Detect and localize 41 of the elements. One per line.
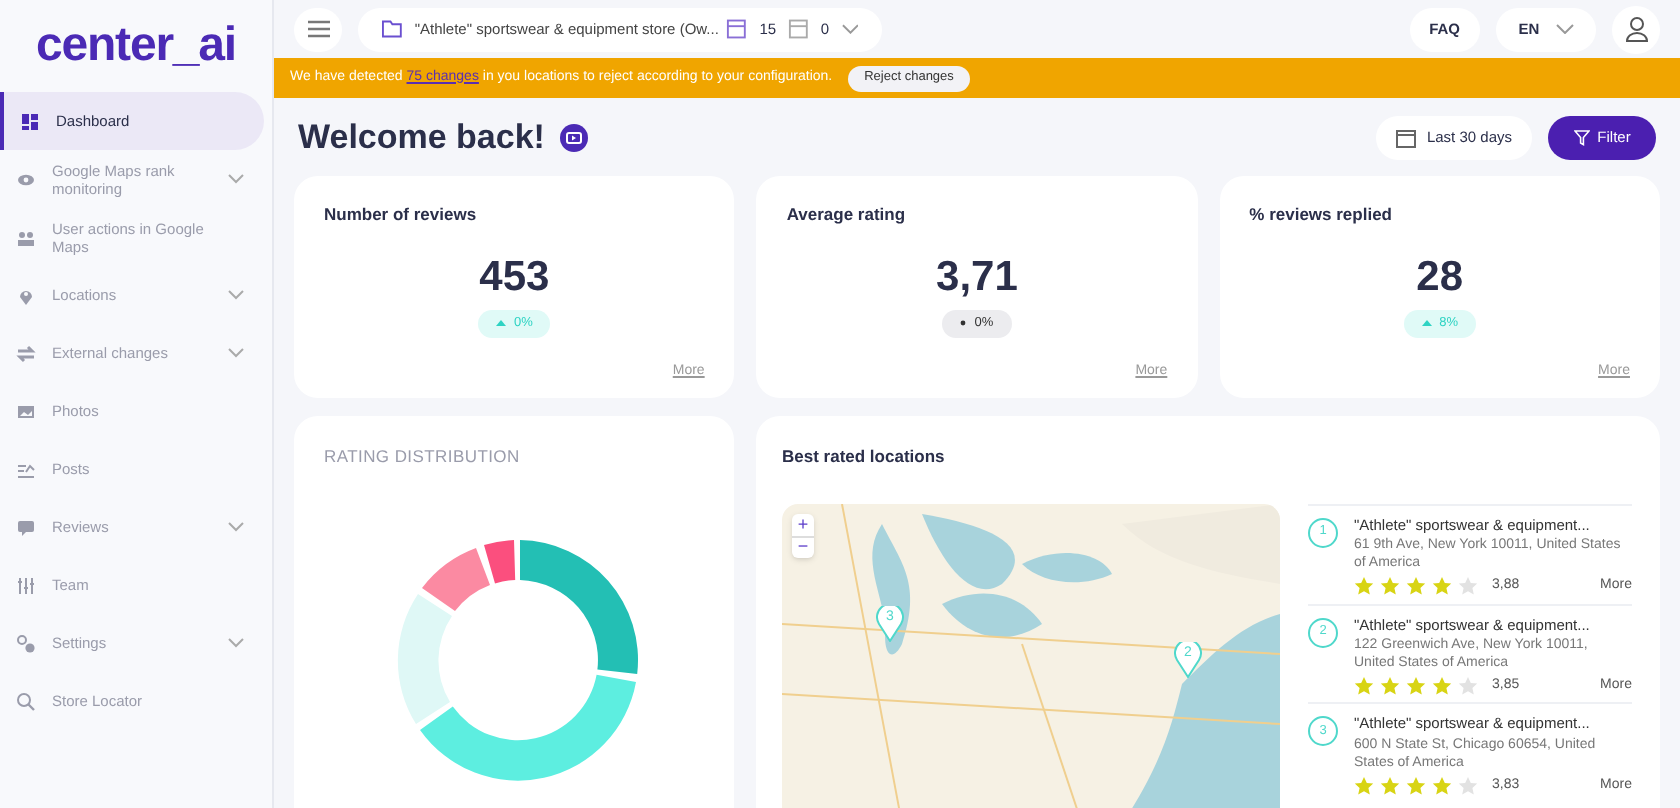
store-icon xyxy=(788,18,809,40)
store-icon xyxy=(726,18,748,40)
user-icon xyxy=(1625,16,1647,42)
swap-icon xyxy=(16,343,36,363)
chat-icon xyxy=(16,517,36,537)
page-title: Welcome back! xyxy=(298,115,545,160)
sliders-icon xyxy=(16,575,36,595)
gear-icon xyxy=(16,633,36,653)
image-icon xyxy=(16,401,36,421)
search-icon xyxy=(16,691,36,711)
card-title: Average rating xyxy=(786,202,906,228)
eye-icon xyxy=(16,169,36,189)
folder-icon xyxy=(382,20,403,38)
chevron-icon xyxy=(228,522,244,532)
menu-button[interactable] xyxy=(294,7,342,51)
dashboard-icon xyxy=(20,111,40,131)
chart-icon xyxy=(16,459,36,479)
stat-value: 453 xyxy=(479,255,550,298)
play-icon xyxy=(566,131,583,143)
chevron-icon xyxy=(841,24,858,34)
chevron-icon xyxy=(228,348,244,358)
stat-value: 28 xyxy=(1416,255,1463,298)
chevron-icon xyxy=(1555,24,1574,34)
filter-icon xyxy=(1573,129,1590,145)
zoom-in-button[interactable]: + xyxy=(792,513,814,536)
chevron-icon xyxy=(228,290,244,300)
card-title: RATING DISTRIBUTION xyxy=(324,444,522,470)
video-button[interactable] xyxy=(560,123,589,151)
menu-icon xyxy=(307,20,329,38)
chevron-icon xyxy=(228,638,244,648)
chevron-icon xyxy=(228,174,244,184)
pin-icon xyxy=(16,285,36,305)
zoom-out-button[interactable]: − xyxy=(792,535,814,558)
user-button[interactable] xyxy=(1612,5,1660,53)
card-title: Number of reviews xyxy=(324,202,477,228)
stat-value: 3,71 xyxy=(936,255,1018,298)
logo: center_ai xyxy=(36,16,236,76)
card-title: Best rated locations xyxy=(782,444,947,470)
card-title: % reviews replied xyxy=(1249,202,1392,228)
calendar-icon xyxy=(1396,127,1417,147)
users-icon xyxy=(16,227,36,247)
